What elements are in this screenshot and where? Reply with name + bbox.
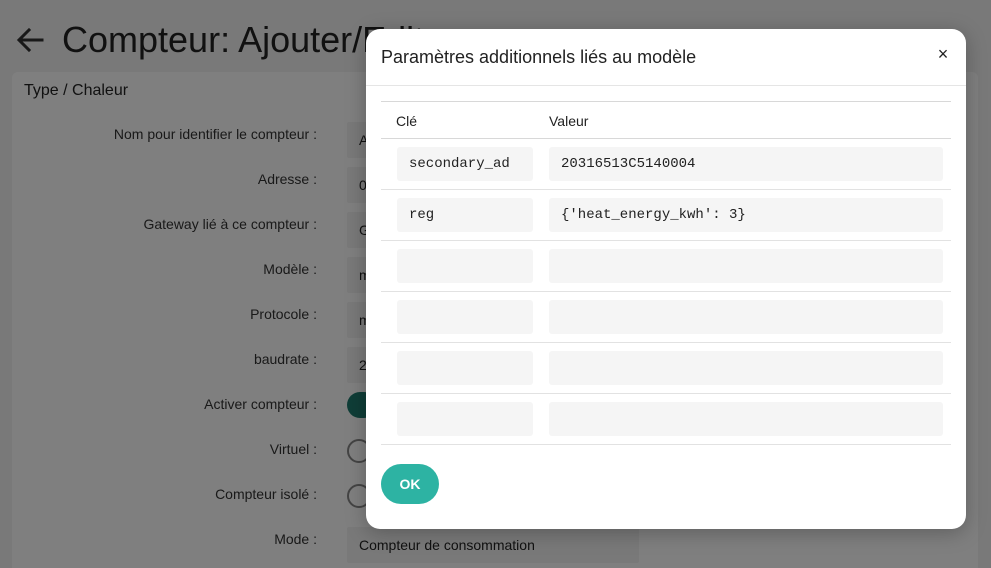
column-header-key: Clé [396,113,418,129]
additional-params-modal: Paramètres additionnels liés au modèle ×… [366,29,966,529]
table-row [381,241,951,292]
value-input[interactable] [549,300,943,334]
value-input[interactable]: 20316513C5140004 [549,147,943,181]
params-table: Clé Valeur secondary_ad 20316513C5140004… [381,101,951,445]
table-header: Clé Valeur [381,101,951,139]
modal-title: Paramètres additionnels liés au modèle [381,47,697,67]
table-row [381,292,951,343]
value-input[interactable] [549,351,943,385]
value-input[interactable] [549,249,943,283]
value-input[interactable] [549,402,943,436]
table-row: secondary_ad 20316513C5140004 [381,139,951,190]
modal-divider [366,85,966,86]
table-row: reg {'heat_energy_kwh': 3} [381,190,951,241]
table-row [381,343,951,394]
key-input[interactable] [397,249,533,283]
value-input[interactable]: {'heat_energy_kwh': 3} [549,198,943,232]
ok-button[interactable]: OK [381,464,439,504]
key-input[interactable]: reg [397,198,533,232]
column-header-value: Valeur [549,113,589,129]
key-input[interactable]: secondary_ad [397,147,533,181]
close-icon[interactable]: × [932,43,954,65]
table-row [381,394,951,445]
key-input[interactable] [397,300,533,334]
key-input[interactable] [397,402,533,436]
key-input[interactable] [397,351,533,385]
